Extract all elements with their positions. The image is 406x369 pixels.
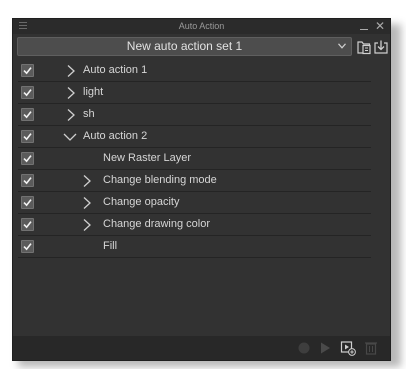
auto-action-set-dropdown[interactable]: New auto action set 1 (17, 37, 352, 56)
action-label: light (83, 86, 104, 98)
action-row[interactable]: sh (18, 104, 371, 126)
check-icon (23, 111, 32, 119)
action-label: sh (83, 108, 95, 120)
chevron-right-icon[interactable] (82, 197, 92, 209)
action-row[interactable]: Change blending mode (18, 170, 371, 192)
enable-checkbox[interactable] (21, 108, 34, 121)
action-label: Auto action 1 (83, 64, 148, 76)
new-set-icon[interactable] (356, 39, 372, 55)
action-row[interactable]: Change drawing color (18, 214, 371, 236)
action-row[interactable]: New Raster Layer (18, 148, 371, 170)
play-icon[interactable] (317, 340, 333, 356)
auto-action-set-value: New auto action set 1 (126, 39, 243, 53)
record-icon[interactable] (296, 340, 312, 356)
title-bar[interactable]: Auto Action ✕ (13, 19, 390, 34)
action-label: Fill (103, 240, 118, 252)
check-icon (23, 133, 32, 141)
action-row[interactable]: Auto action 1 (18, 60, 371, 82)
auto-action-panel: Auto Action ✕ New auto action set 1 Auto… (12, 18, 391, 361)
check-icon (23, 155, 32, 163)
check-icon (23, 89, 32, 97)
action-list: Auto action 1 light sh Auto action 2 New Ras… (18, 60, 371, 261)
minimize-icon[interactable] (360, 29, 368, 30)
check-icon (23, 243, 32, 251)
chevron-down-icon (338, 43, 346, 49)
chevron-right-icon[interactable] (82, 219, 92, 231)
close-icon[interactable]: ✕ (375, 19, 385, 33)
action-row[interactable]: Fill (18, 236, 371, 258)
action-label: Auto action 2 (83, 130, 148, 142)
enable-checkbox[interactable] (21, 152, 34, 165)
enable-checkbox[interactable] (21, 130, 34, 143)
import-icon[interactable] (373, 39, 389, 55)
check-icon (23, 177, 32, 185)
enable-checkbox[interactable] (21, 64, 34, 77)
action-row[interactable]: light (18, 82, 371, 104)
check-icon (23, 67, 32, 75)
chevron-right-icon[interactable] (66, 87, 76, 99)
check-icon (23, 199, 32, 207)
action-label: New Raster Layer (103, 152, 192, 164)
chevron-right-icon[interactable] (66, 65, 76, 77)
chevron-right-icon[interactable] (66, 109, 76, 121)
action-label: Change opacity (103, 196, 180, 208)
chevron-down-icon[interactable] (63, 131, 77, 143)
enable-checkbox[interactable] (21, 86, 34, 99)
enable-checkbox[interactable] (21, 218, 34, 231)
check-icon (23, 221, 32, 229)
enable-checkbox[interactable] (21, 196, 34, 209)
panel-title: Auto Action (178, 21, 225, 31)
enable-checkbox[interactable] (21, 240, 34, 253)
action-row[interactable]: Auto action 2 (18, 126, 371, 148)
action-label: Change drawing color (103, 218, 211, 230)
action-row[interactable]: Change opacity (18, 192, 371, 214)
chevron-right-icon[interactable] (82, 175, 92, 187)
add-action-icon[interactable] (340, 340, 356, 356)
action-label: Change blending mode (103, 174, 217, 186)
enable-checkbox[interactable] (21, 174, 34, 187)
bottom-toolbar (13, 336, 390, 360)
trash-icon[interactable] (363, 340, 379, 356)
